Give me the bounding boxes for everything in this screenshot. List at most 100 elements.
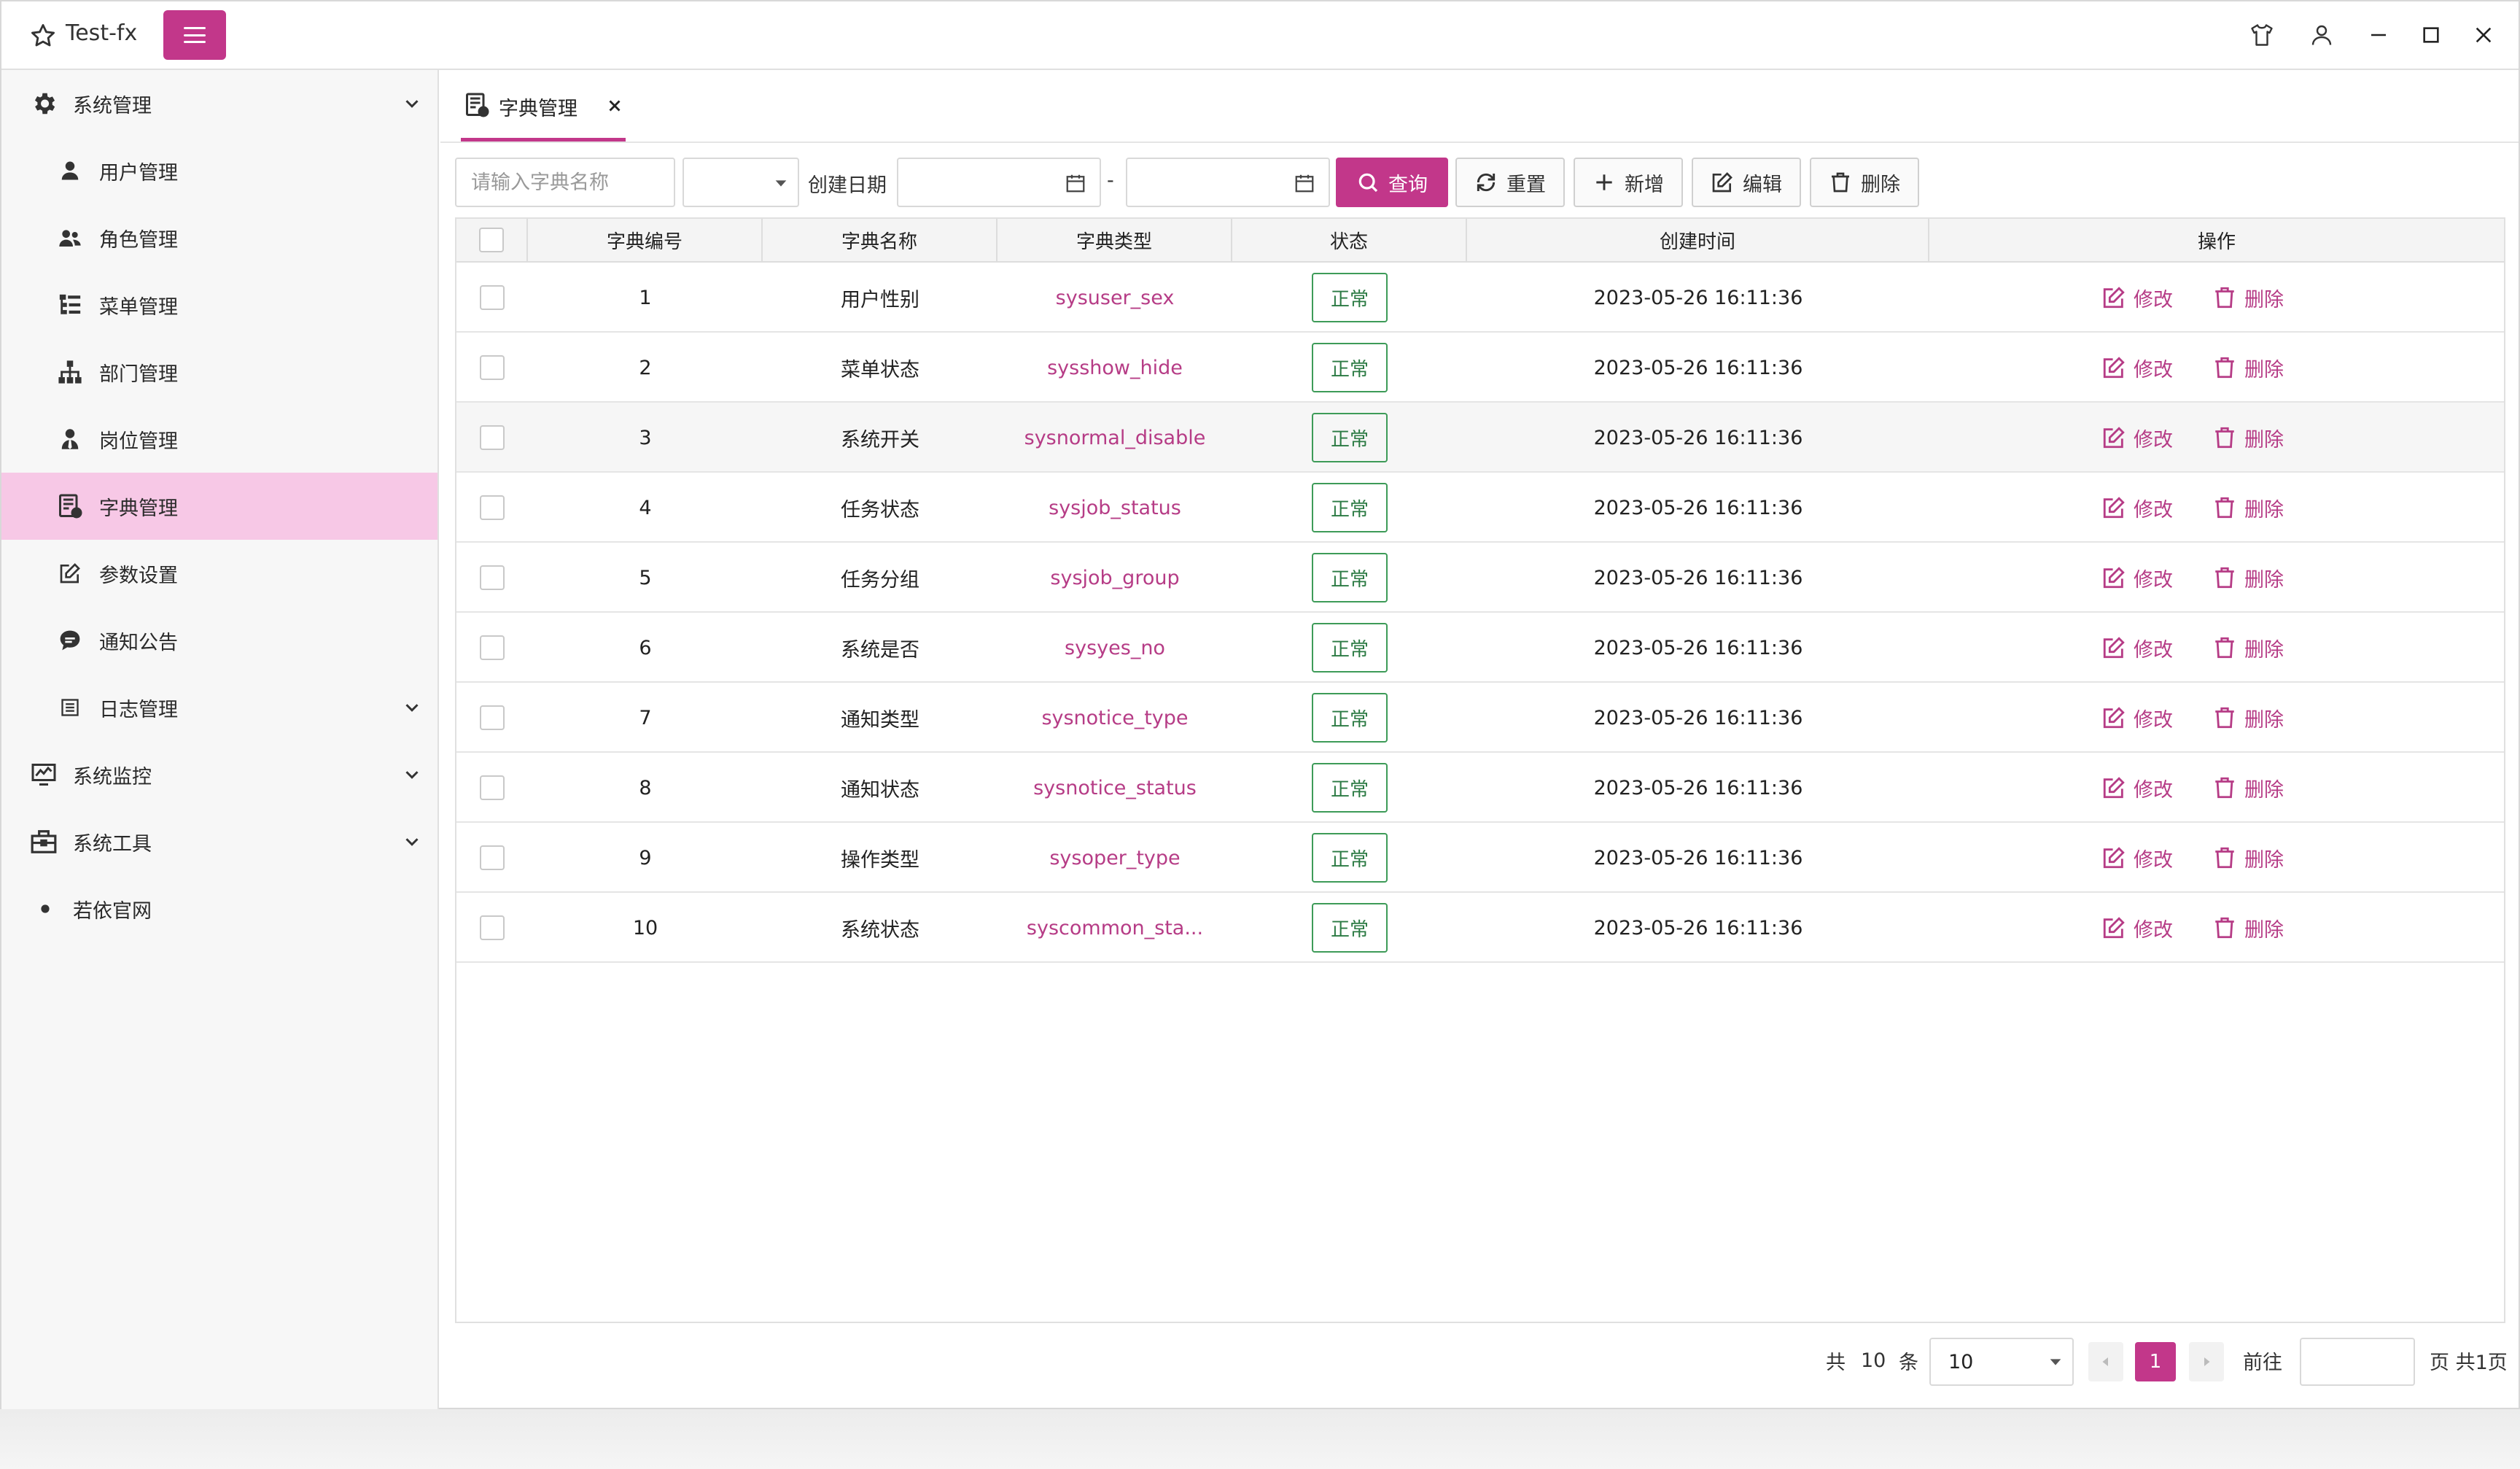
row-edit-button[interactable]: 修改 (2101, 613, 2173, 683)
cell-type-link[interactable]: sysuser_sex (998, 263, 1232, 333)
row-checkbox[interactable] (480, 495, 505, 520)
row-checkbox[interactable] (480, 845, 505, 870)
close-icon[interactable] (605, 96, 624, 115)
sidebar-item-notice[interactable]: 通知公告 (1, 607, 438, 674)
cell-id: 7 (639, 706, 652, 729)
row-edit-button[interactable]: 修改 (2101, 543, 2173, 613)
row-delete-button[interactable]: 删除 (2212, 753, 2284, 823)
col-header-id: 字典编号 (528, 219, 763, 261)
maximize-button[interactable] (2415, 19, 2447, 51)
sidebar-item-label: 岗位管理 (99, 430, 178, 453)
row-delete-button[interactable]: 删除 (2212, 403, 2284, 473)
row-checkbox[interactable] (480, 705, 505, 730)
row-delete-button[interactable]: 删除 (2212, 823, 2284, 893)
row-edit-button[interactable]: 修改 (2101, 403, 2173, 473)
end-date-input[interactable] (1126, 158, 1330, 207)
sidebar-item-dictionary-management[interactable]: 字典管理 (1, 473, 438, 540)
sidebar-item-dept-management[interactable]: 部门管理 (1, 338, 438, 406)
row-checkbox[interactable] (480, 775, 505, 800)
cell-status: 正常 (1232, 823, 1467, 893)
sidebar-item-label: 系统监控 (73, 765, 152, 788)
total-count: 10 (1861, 1349, 1886, 1372)
sidebar-item-user-management[interactable]: 用户管理 (1, 137, 438, 204)
plus-icon (1596, 174, 1612, 190)
edit-button[interactable]: 编辑 (1692, 158, 1801, 207)
sidebar-item-role-management[interactable]: 角色管理 (1, 204, 438, 271)
query-button[interactable]: 查询 (1336, 158, 1448, 207)
cell-created: 2023-05-26 16:11:36 (1593, 286, 1803, 309)
edit-icon (2101, 285, 2126, 310)
theme-button[interactable] (2246, 19, 2278, 51)
row-delete-button[interactable]: 删除 (2212, 473, 2284, 543)
sidebar-item-system-tools[interactable]: 系统工具 (1, 808, 438, 875)
table-row: 1 用户性别 sysuser_sex 正常 2023-05-26 16:11:36 修改 删… (456, 263, 2504, 333)
cell-type-link[interactable]: sysyes_no (998, 613, 1232, 683)
row-select-cell (456, 473, 528, 543)
row-edit-button[interactable]: 修改 (2101, 753, 2173, 823)
close-window-button[interactable] (2468, 19, 2500, 51)
cell-name: 任务状态 (841, 498, 919, 522)
reset-button[interactable]: 重置 (1455, 158, 1565, 207)
table-row: 4 任务状态 sysjob_status 正常 2023-05-26 16:11:36 修… (456, 473, 2504, 543)
pages-suffix: 页 共1页 (2430, 1351, 2508, 1374)
cell-type-link[interactable]: sysnotice_type (998, 683, 1232, 753)
next-page-button[interactable] (2189, 1342, 2224, 1381)
row-edit-button[interactable]: 修改 (2101, 473, 2173, 543)
user-button[interactable] (2306, 19, 2338, 51)
select-all-checkbox[interactable] (479, 228, 504, 252)
sidebar-item-param-settings[interactable]: 参数设置 (1, 540, 438, 607)
cell-id: 1 (639, 286, 652, 309)
row-delete-button[interactable]: 删除 (2212, 333, 2284, 403)
star-icon[interactable] (29, 22, 57, 50)
cell-id: 2 (639, 356, 652, 379)
row-edit-button[interactable]: 修改 (2101, 893, 2173, 963)
page-1-button[interactable]: 1 (2135, 1342, 2176, 1381)
delete-button[interactable]: 删除 (1810, 158, 1919, 207)
add-button[interactable]: 新增 (1574, 158, 1683, 207)
row-delete-button[interactable]: 删除 (2212, 683, 2284, 753)
tab-bar: 字典管理 (440, 71, 2519, 143)
sidebar-item-system-management[interactable]: 系统管理 (1, 70, 438, 137)
sidebar-item-ruoyi-site[interactable]: 若依官网 (1, 875, 438, 942)
cell-type-link[interactable]: sysjob_status (998, 473, 1232, 543)
page-size-select[interactable]: 10 (1929, 1338, 2074, 1386)
cell-type-link[interactable]: sysjob_group (998, 543, 1232, 613)
row-edit-button[interactable]: 修改 (2101, 683, 2173, 753)
row-delete-label: 删除 (2244, 568, 2284, 592)
row-delete-button[interactable]: 删除 (2212, 613, 2284, 683)
cell-type-link[interactable]: sysnotice_status (998, 753, 1232, 823)
start-date-input[interactable] (897, 158, 1101, 207)
minimize-button[interactable] (2362, 19, 2395, 51)
row-edit-button[interactable]: 修改 (2101, 823, 2173, 893)
cell-status: 正常 (1232, 543, 1467, 613)
menu-toggle-button[interactable] (163, 10, 226, 60)
prev-page-button[interactable] (2088, 1342, 2123, 1381)
goto-page-input[interactable] (2300, 1338, 2415, 1386)
caret-down-icon (2050, 1359, 2061, 1365)
sidebar-item-menu-management[interactable]: 菜单管理 (1, 271, 438, 338)
tab-dictionary-management[interactable]: 字典管理 (461, 71, 626, 142)
status-select[interactable] (682, 158, 799, 207)
row-checkbox[interactable] (480, 635, 505, 660)
trash-icon (2212, 915, 2237, 940)
row-edit-button[interactable]: 修改 (2101, 333, 2173, 403)
row-checkbox[interactable] (480, 355, 505, 380)
cell-type-link[interactable]: sysoper_type (998, 823, 1232, 893)
cell-type-link[interactable]: sysshow_hide (998, 333, 1232, 403)
row-edit-button[interactable]: 修改 (2101, 263, 2173, 333)
cell-type-link[interactable]: syscommon_sta... (998, 893, 1232, 963)
row-checkbox[interactable] (480, 565, 505, 590)
sidebar-item-log-management[interactable]: 日志管理 (1, 674, 438, 741)
row-checkbox[interactable] (480, 915, 505, 940)
dict-name-input[interactable] (456, 159, 674, 206)
row-checkbox[interactable] (480, 285, 505, 310)
edit-icon (2101, 845, 2126, 870)
sidebar-item-system-monitor[interactable]: 系统监控 (1, 741, 438, 808)
sidebar-item-post-management[interactable]: 岗位管理 (1, 406, 438, 473)
row-delete-button[interactable]: 删除 (2212, 893, 2284, 963)
row-delete-button[interactable]: 删除 (2212, 263, 2284, 333)
row-checkbox[interactable] (480, 425, 505, 450)
trash-icon (2212, 565, 2237, 590)
cell-type-link[interactable]: sysnormal_disable (998, 403, 1232, 473)
row-delete-button[interactable]: 删除 (2212, 543, 2284, 613)
